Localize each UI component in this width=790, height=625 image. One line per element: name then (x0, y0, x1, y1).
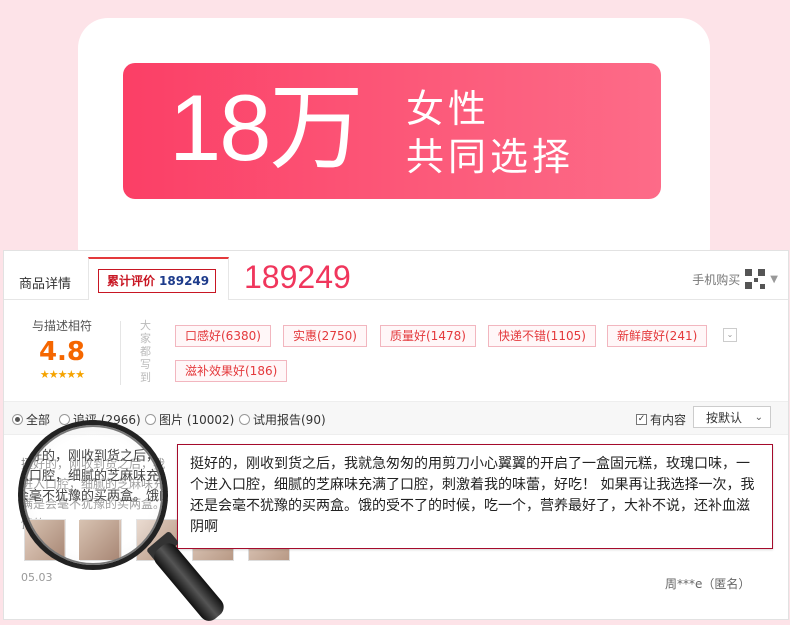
filter-has-content[interactable]: ✓ 有内容 (636, 411, 686, 428)
reviews-tab-count: 189249 (159, 274, 210, 288)
tag-freshness[interactable]: 新鲜度好(241) (607, 325, 708, 347)
star-rating-icon: ★★★★★ (39, 368, 85, 381)
reviews-highlight-box: 累计评价 189249 (98, 269, 216, 293)
rating-label: 与描述相符 (31, 319, 92, 333)
review-date: 05.03 (21, 571, 53, 584)
sort-dropdown[interactable]: 按默认 ⌄ (693, 406, 771, 428)
divider (120, 321, 121, 385)
rating-score: 4.8 (38, 337, 86, 367)
tab-bar: 商品详情 累计评价 189249 189249 手机购买 ▼ (4, 251, 788, 300)
filter-all-label: 全部 (26, 413, 51, 427)
review-count-large: 189249 (244, 259, 351, 295)
chevron-down-icon: ⌄ (754, 412, 763, 423)
radio-icon (145, 414, 156, 425)
hero-subtitle: 女性 共同选择 (406, 85, 574, 181)
hero-number: 18万 (169, 75, 364, 180)
tag-quality[interactable]: 质量好(1478) (380, 325, 476, 347)
qr-code-icon (745, 269, 766, 289)
expand-tags-icon[interactable]: ⌄ (723, 328, 737, 342)
filter-has-content-label: 有内容 (650, 413, 687, 427)
hero-line2: 共同选择 (406, 135, 575, 179)
filter-images[interactable]: 图片 (10002) (145, 411, 234, 428)
hero-banner: 18万 女性 共同选择 (123, 63, 661, 199)
tab-product-details[interactable]: 商品详情 (19, 273, 71, 292)
radio-icon (239, 414, 250, 425)
magnifier-rim (18, 420, 168, 570)
reviews-tab-label: 累计评价 (107, 274, 156, 288)
tag-delivery[interactable]: 快递不错(1105) (488, 325, 596, 347)
filter-all[interactable]: 全部 (12, 411, 50, 428)
sort-label: 按默认 (706, 411, 743, 425)
checkbox-checked-icon: ✓ (636, 414, 647, 425)
rating-summary: 与描述相符 4.8 ★★★★★ (12, 317, 112, 381)
tag-value[interactable]: 实惠(2750) (283, 325, 367, 347)
mobile-buy-label: 手机购买 (692, 272, 741, 287)
tag-nourishing[interactable]: 滋补效果好(186) (175, 360, 288, 382)
filter-trial[interactable]: 试用报告(90) (239, 411, 326, 428)
radio-icon (12, 414, 23, 425)
reviewer-name: 周***e（匿名） (665, 577, 751, 591)
tab-reviews[interactable]: 累计评价 189249 (88, 257, 229, 300)
filter-images-label: 图片 (10002) (159, 413, 235, 427)
tag-taste[interactable]: 口感好(6380) (175, 325, 271, 347)
review-callout: 挺好的，刚收到货之后，我就急匆匆的用剪刀小心翼翼的开启了一盒固元糕，玫瑰口味，一… (177, 444, 773, 549)
hero-line1: 女性 (406, 87, 491, 131)
mobile-buy-link[interactable]: 手机购买 ▼ (692, 269, 778, 289)
tags-header: 大家都写到 (140, 319, 151, 384)
filter-trial-label: 试用报告(90) (253, 413, 326, 427)
chevron-down-icon: ▼ (770, 273, 778, 285)
